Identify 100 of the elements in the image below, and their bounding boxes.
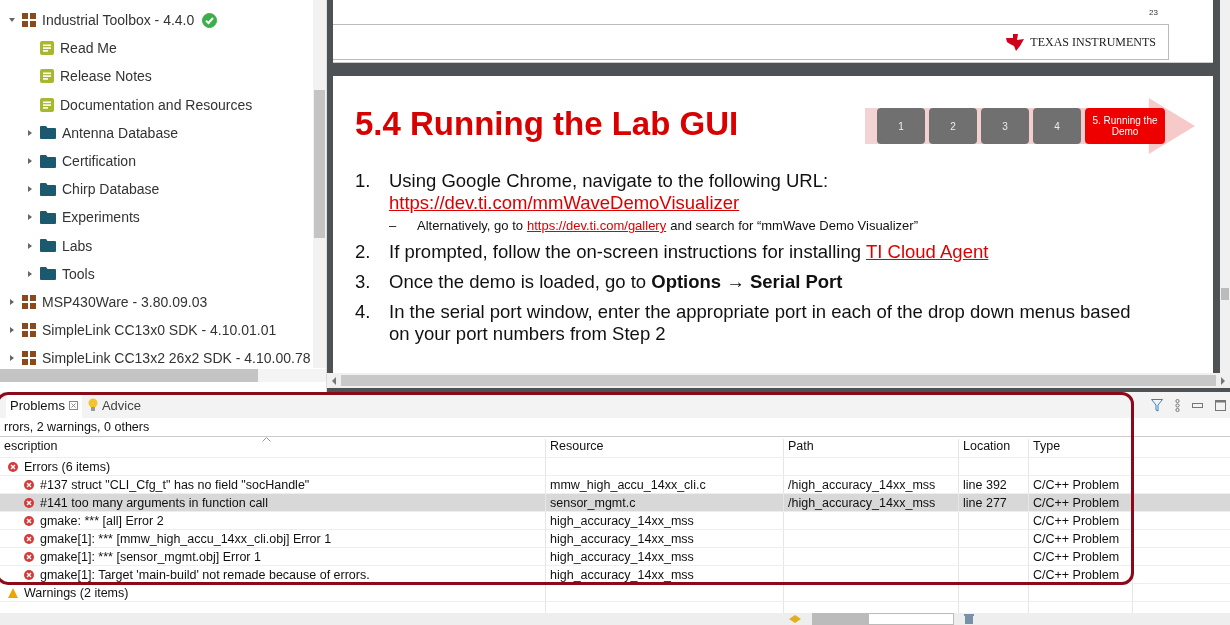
view-menu-icon[interactable]	[1175, 398, 1180, 412]
vertical-scrollbar[interactable]	[313, 0, 326, 368]
table-cell: high_accuracy_14xx_mss	[550, 513, 694, 528]
expand-arrow-icon[interactable]	[8, 326, 16, 335]
step-box: 1	[877, 108, 925, 144]
problem-row[interactable]: #141 too many arguments in function call sensor_mgmt.c /high_accuracy_14xx_mss line 277 C/C++ Problem	[0, 494, 1230, 512]
close-icon[interactable]	[68, 400, 78, 410]
filter-icon[interactable]	[1151, 398, 1163, 412]
minimize-icon[interactable]	[1192, 402, 1203, 408]
list-text: Using Google Chrome, navigate to the following URL:	[389, 170, 829, 192]
table-cell: high_accuracy_14xx_mss	[550, 531, 694, 546]
tree-item[interactable]: Chirp Database	[62, 181, 160, 198]
table-cell: C/C++ Problem	[1033, 531, 1120, 546]
tree-item[interactable]: Read Me	[60, 40, 117, 57]
tree-item[interactable]: Release Notes	[60, 68, 152, 85]
list-number: 2.	[355, 241, 372, 263]
table-cell: line 392	[963, 477, 1007, 492]
table-cell: line 277	[963, 495, 1007, 510]
expand-arrow-icon[interactable]	[8, 297, 16, 306]
page-number: 23	[1149, 8, 1158, 17]
maximize-icon[interactable]	[1215, 399, 1226, 411]
link[interactable]: TI Cloud Agent	[866, 241, 989, 263]
table-cell: C/C++ Problem	[1033, 495, 1120, 510]
column-header[interactable]: Type	[1029, 439, 1133, 457]
folder-icon	[40, 126, 56, 140]
horizontal-scrollbar[interactable]	[0, 369, 326, 382]
tree-item[interactable]: MSP430Ware - 3.80.09.03	[42, 293, 208, 310]
error-icon	[24, 479, 34, 490]
list-text: Once the demo is loaded, go to Options → Serial Port	[389, 271, 843, 293]
table-cell: sensor_mgmt.c	[550, 495, 636, 510]
folder-icon	[40, 210, 56, 224]
tree-item[interactable]: Certification	[62, 153, 136, 170]
group-label[interactable]: Errors (6 items)	[24, 459, 111, 474]
tree-item[interactable]: Antenna Database	[62, 124, 178, 141]
table-cell: /high_accuracy_14xx_mss	[788, 495, 936, 510]
step-box: 2	[929, 108, 977, 144]
folder-icon	[40, 267, 56, 281]
expand-arrow-icon[interactable]	[26, 269, 34, 278]
table-cell: C/C++ Problem	[1033, 567, 1120, 582]
expand-arrow-icon[interactable]	[26, 185, 34, 194]
table-cell: high_accuracy_14xx_mss	[550, 567, 694, 582]
lightbulb-icon	[87, 398, 98, 412]
expand-arrow-icon[interactable]	[26, 157, 34, 166]
scroll-left-icon[interactable]	[331, 376, 337, 385]
tree-item[interactable]: Documentation and Resources	[60, 96, 253, 113]
tree-item[interactable]: Industrial Toolbox - 4.4.0	[42, 12, 195, 29]
column-header[interactable]: Resource	[546, 439, 784, 457]
error-icon	[24, 515, 34, 526]
folder-icon	[40, 154, 56, 168]
expand-arrow-icon[interactable]	[26, 128, 34, 137]
problems-summary: rrors, 2 warnings, 0 others	[0, 418, 1230, 437]
group-label[interactable]: Warnings (2 items)	[24, 585, 129, 600]
package-icon	[22, 294, 36, 309]
tree-item[interactable]: SimpleLink CC13x0 SDK - 4.10.01.01	[42, 322, 277, 339]
problem-row[interactable]: gmake: *** [all] Error 2 high_accuracy_14xx_mss C/C++ Problem	[0, 512, 1230, 530]
view-tab[interactable]: Advice	[83, 391, 145, 419]
sort-indicator-icon[interactable]	[262, 437, 271, 442]
brand-name: TEXAS INSTRUMENTS	[1030, 34, 1156, 50]
list-number: 4.	[355, 301, 372, 324]
error-icon	[24, 497, 34, 508]
problem-row[interactable]: gmake[1]: Target 'main-build' not remade because of errors. high_accuracy_14xx_mss C/C++ Problem	[0, 566, 1230, 584]
package-icon	[22, 351, 36, 366]
document-icon	[40, 41, 54, 56]
list-number: 3.	[355, 271, 372, 293]
logo-icon	[1004, 32, 1027, 52]
expand-arrow-icon[interactable]	[26, 241, 34, 250]
tree-item[interactable]: Labs	[62, 237, 93, 254]
tree-item[interactable]: SimpleLink CC13x2 26x2 SDK - 4.10.00.78	[42, 350, 311, 367]
list-number: 1.	[355, 170, 372, 193]
link[interactable]: https://dev.ti.com/gallery	[527, 218, 667, 233]
list-text: If prompted, follow the on-screen instructions for installing	[389, 241, 861, 263]
trash-icon[interactable]	[964, 614, 974, 624]
column-header[interactable]: Path	[784, 439, 959, 457]
sub-text: Alternatively, go to	[417, 218, 523, 233]
dash-bullet: –	[389, 218, 398, 233]
vertical-scrollbar[interactable]	[1220, 0, 1230, 373]
column-header[interactable]: escription	[0, 439, 546, 457]
horizontal-scrollbar[interactable]	[327, 373, 1230, 388]
error-icon	[24, 569, 34, 580]
folder-icon	[40, 239, 56, 253]
table-cell: gmake[1]: *** [sensor_mgmt.obj] Error 1	[40, 549, 261, 564]
link[interactable]: https://dev.ti.com/mmWaveDemoVisualizer	[389, 192, 740, 214]
package-icon	[22, 13, 36, 28]
problem-row[interactable]: gmake[1]: *** [mmw_high_accu_14xx_cli.obj] Error 1 high_accuracy_14xx_mss C/C++ Problem	[0, 530, 1230, 548]
table-cell: C/C++ Problem	[1033, 477, 1120, 492]
list-text: In the serial port window, enter the appropriate port in each of the drop down menus based	[389, 301, 1131, 323]
scroll-right-icon[interactable]	[1220, 376, 1226, 385]
expand-arrow-icon[interactable]	[26, 213, 34, 222]
column-header[interactable]: Location	[959, 439, 1029, 457]
warning-icon	[8, 587, 18, 598]
slide-title: 5.4 Running the Lab GUI	[355, 105, 739, 143]
error-icon	[24, 551, 34, 562]
package-icon	[22, 323, 36, 338]
tree-item[interactable]: Experiments	[62, 209, 140, 226]
table-cell: #137 struct "CLI_Cfg_t" has no field "socHandle"	[40, 477, 310, 492]
tree-item[interactable]: Tools	[62, 265, 95, 282]
list-text: on your port numbers from Step 2	[389, 323, 666, 345]
document-icon	[40, 69, 54, 84]
expand-arrow-icon[interactable]	[8, 354, 16, 363]
problem-row[interactable]: gmake[1]: *** [sensor_mgmt.obj] Error 1 high_accuracy_14xx_mss C/C++ Problem	[0, 548, 1230, 566]
